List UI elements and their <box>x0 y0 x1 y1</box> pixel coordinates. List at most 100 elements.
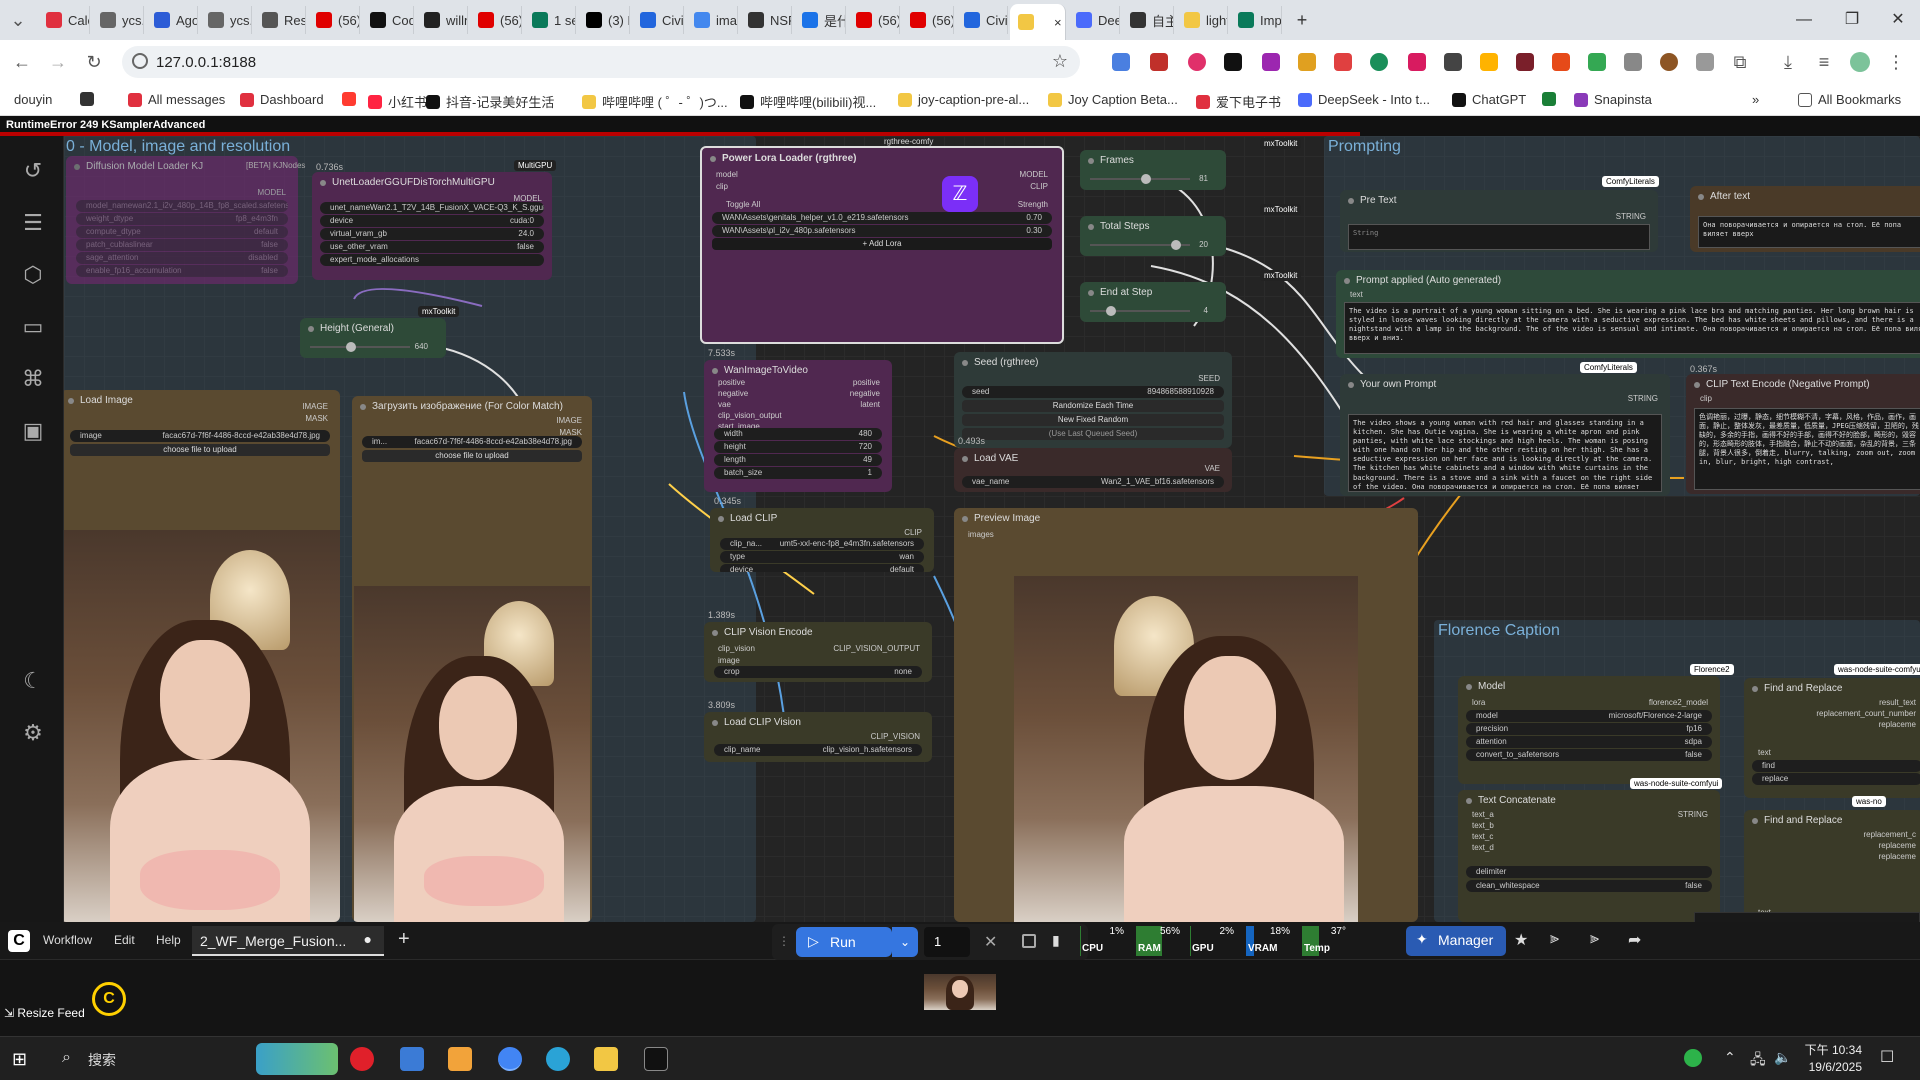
translate-extension-icon[interactable] <box>1112 53 1130 71</box>
height-slider-node[interactable]: Height (General) 640 <box>300 318 446 358</box>
lora-row[interactable]: WAN\Assets\pl_i2v_480p.safetensors 0.30 <box>712 225 1052 237</box>
lora-strength[interactable]: 0.70 <box>1026 212 1042 224</box>
tray-overflow-icon[interactable]: ⌃ <box>1724 1049 1736 1066</box>
settings-gear-icon[interactable]: ⚙ <box>20 720 46 746</box>
bookmark-item[interactable] <box>80 92 100 106</box>
address-bar[interactable]: 127.0.0.1:8188 ☆ <box>122 46 1080 78</box>
browser-tab[interactable]: willn <box>416 6 468 34</box>
slider-knob[interactable] <box>1106 306 1116 316</box>
preview-image-node[interactable]: Preview Image images <box>954 508 1418 922</box>
app-icon[interactable] <box>400 1047 424 1071</box>
extensions-puzzle-icon[interactable]: ⧉ <box>1728 50 1752 74</box>
use-last-queued-seed-button[interactable]: (Use Last Queued Seed) <box>962 428 1224 440</box>
add-workflow-tab-button[interactable]: + <box>398 928 410 951</box>
browser-tab[interactable]: 1 se <box>524 6 576 34</box>
bookmark-item[interactable]: All messages <box>128 92 225 107</box>
tray-app-icon[interactable] <box>1684 1049 1702 1067</box>
lora-row[interactable]: WAN\Assets\genitals_helper_v1.0_e219.saf… <box>712 212 1052 224</box>
output-florence2-model[interactable]: florence2_model <box>1649 698 1708 707</box>
florence-model-node[interactable]: Model lora florence2_model model microsof… <box>1458 676 1720 784</box>
total-steps-slider-node[interactable]: Total Steps 20 <box>1080 216 1226 256</box>
browser-tab[interactable]: ycs.a <box>92 6 144 34</box>
input-slot[interactable]: negative <box>718 389 748 398</box>
output-vae[interactable]: VAE <box>1205 464 1220 473</box>
browser-tab[interactable]: Dee <box>1068 6 1120 34</box>
vae-name-value[interactable]: Wan2_1_VAE_bf16.safetensors <box>1101 476 1214 488</box>
slider-track[interactable] <box>310 342 410 352</box>
input-clip[interactable]: clip <box>716 182 728 191</box>
model-library-icon[interactable]: ▭ <box>20 314 46 340</box>
browser-tab[interactable]: 自主 <box>1122 6 1174 34</box>
extension-icon[interactable] <box>1224 53 1242 71</box>
node-widget[interactable]: virtual_vram_gb 24.0 <box>320 228 544 240</box>
node-widget[interactable]: precision fp16 <box>1466 723 1712 735</box>
node-widget[interactable]: expert_mode_allocations <box>320 254 544 266</box>
output-slot[interactable]: latent <box>860 400 880 409</box>
close-window-button[interactable]: ✕ <box>1886 8 1910 32</box>
input-lora[interactable]: lora <box>1472 698 1485 707</box>
slider-knob[interactable] <box>1171 240 1181 250</box>
network-icon[interactable]: 🖧 <box>1750 1049 1766 1073</box>
output-image[interactable]: IMAGE <box>302 402 328 411</box>
opera-icon[interactable] <box>350 1047 374 1071</box>
browser-tab[interactable]: light <box>1176 6 1228 34</box>
browser-tab[interactable]: imag <box>686 6 738 34</box>
frames-slider-node[interactable]: Frames 81 <box>1080 150 1226 190</box>
output-model[interactable]: MODEL <box>258 188 286 197</box>
cancel-icon[interactable]: ✕ <box>984 932 997 952</box>
output-slot[interactable]: negative <box>850 389 880 398</box>
bookmark-item[interactable]: Snapinsta <box>1574 92 1652 107</box>
browser-tab[interactable]: Civit <box>632 6 684 34</box>
browser-tab[interactable]: Rese <box>254 6 306 34</box>
theme-toggle-icon[interactable]: ☾ <box>20 668 46 694</box>
slider-knob[interactable] <box>1141 174 1151 184</box>
bookmark-item[interactable]: 小红书 <box>368 92 427 111</box>
extension-icon[interactable] <box>1696 53 1714 71</box>
node-widget[interactable]: enable_fp16_accumulation false <box>76 265 288 277</box>
run-button[interactable]: ▷ Run <box>796 927 892 957</box>
crop-value[interactable]: none <box>894 666 912 678</box>
app-icon[interactable] <box>448 1047 472 1071</box>
unet-loader-node[interactable]: UnetLoaderGGUFDisTorchMultiGPU MODEL une… <box>312 172 552 280</box>
browser-tab[interactable]: Imp <box>1230 6 1282 34</box>
own-prompt-text[interactable]: The video shows a young woman with red h… <box>1348 414 1662 492</box>
node-widget[interactable]: patch_cublaslinear false <box>76 239 288 251</box>
browser-tab[interactable]: (56) <box>308 6 360 34</box>
output-slot[interactable]: replaceme <box>1879 852 1916 861</box>
windows-start-icon[interactable]: ⊞ <box>12 1049 32 1069</box>
find-replace-node-2[interactable]: Find and Replace replacement_c replaceme r… <box>1744 810 1920 922</box>
bookmark-item[interactable]: Joy Caption Beta... <box>1048 92 1178 107</box>
extension-icon[interactable] <box>1370 53 1388 71</box>
star-icon[interactable]: ★ <box>1514 930 1528 950</box>
bookmark-item[interactable]: Dashboard <box>240 92 324 107</box>
node-widget[interactable]: device default <box>720 564 924 572</box>
node-widget[interactable]: device cuda:0 <box>320 215 544 227</box>
minimize-window-button[interactable]: — <box>1792 8 1816 32</box>
widgets-icon[interactable] <box>256 1043 338 1075</box>
bookmark-item[interactable]: 抖音-记录美好生活 <box>426 92 554 111</box>
output-clip-vision[interactable]: CLIP_VISION <box>871 732 920 741</box>
clip-vision-encode-node[interactable]: CLIP Vision Encode clip_vision image CLI… <box>704 622 932 682</box>
notification-icon[interactable]: ☐ <box>1880 1047 1894 1067</box>
extension-icon[interactable] <box>1150 53 1168 71</box>
extension-icon[interactable] <box>1298 53 1316 71</box>
browser-tab[interactable]: (56) <box>470 6 522 34</box>
browser-tab[interactable]: 是什 <box>794 6 846 34</box>
workflows-icon[interactable]: ⌘ <box>20 366 46 392</box>
menu-help[interactable]: Help <box>156 933 181 947</box>
input-images[interactable]: images <box>968 530 994 539</box>
text-concatenate-node[interactable]: Text Concatenate STRING text_a text_b text… <box>1458 790 1720 922</box>
input-slot[interactable]: vae <box>718 400 731 409</box>
custom-icon[interactable]: ⫸ <box>1550 930 1559 948</box>
output-string[interactable]: STRING <box>1628 394 1658 403</box>
browser-tab[interactable]: NSF <box>740 6 792 34</box>
drag-handle-icon[interactable]: ⋮ <box>778 934 790 948</box>
pre-text-node[interactable]: Pre Text STRING String <box>1340 190 1658 252</box>
clip-name-value[interactable]: clip_vision_h.safetensors <box>823 744 912 756</box>
extension-icon[interactable] <box>1480 53 1498 71</box>
extension-icon[interactable] <box>1516 53 1534 71</box>
maximize-window-button[interactable]: ❐ <box>1840 8 1864 32</box>
input-model[interactable]: model <box>716 170 738 179</box>
comfy-logo-icon[interactable]: C <box>8 930 30 952</box>
extension-icon[interactable] <box>1444 53 1462 71</box>
